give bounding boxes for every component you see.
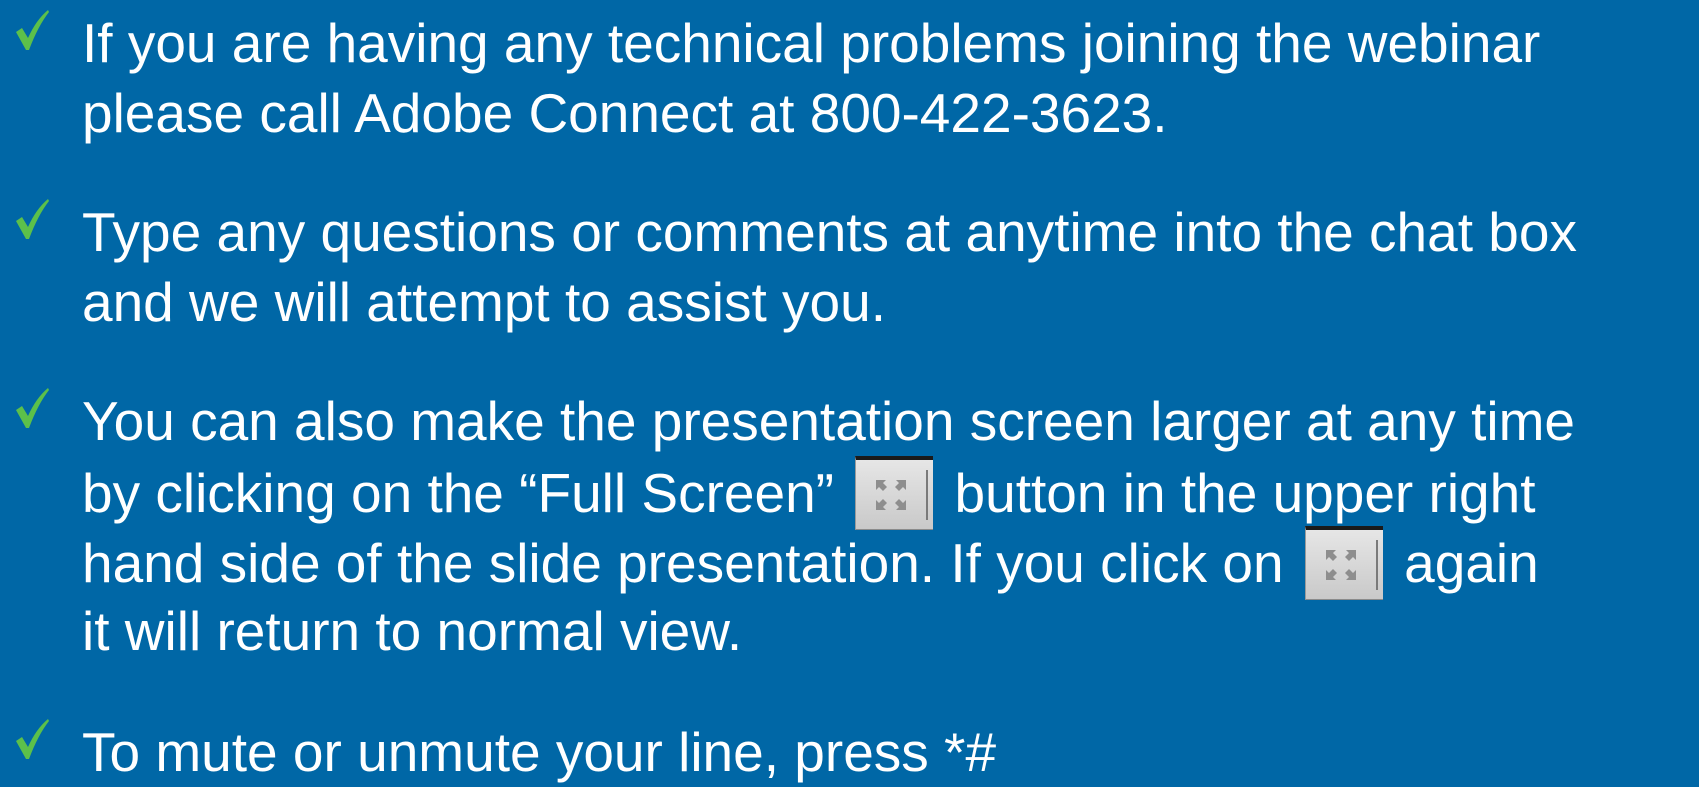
bullet-text: If you are having any technical problems… [82, 8, 1682, 148]
fullscreen-expand-icon [1325, 550, 1356, 580]
bullet-line: You can also make the presentation scree… [82, 390, 1576, 452]
bullet-line: and we will attempt to assist you. [82, 271, 886, 333]
bullet-line-segment: again [1404, 532, 1539, 594]
bullet-line-segment: hand side of the slide presentation. If … [82, 532, 1284, 594]
fullscreen-button[interactable] [855, 456, 934, 530]
checkmark-icon [14, 386, 50, 430]
bullet-line: by clicking on the “Full Screen” button … [82, 456, 1682, 530]
checkmark-icon [14, 717, 50, 761]
checkmark-icon [14, 8, 50, 52]
checkmark-icon [14, 197, 50, 241]
bullet-line: hand side of the slide presentation. If … [82, 526, 1682, 600]
bullet-line-segment: button in the upper right [954, 462, 1536, 524]
bullet-line: please call Adobe Connect at 800-422-362… [82, 82, 1168, 144]
bullet-line: it will return to normal view. [82, 600, 743, 662]
bullet-line: Type any questions or comments at anytim… [82, 201, 1577, 263]
bullet-text: To mute or unmute your line, press *# [82, 717, 1682, 787]
fullscreen-button[interactable] [1304, 526, 1383, 600]
bullet-text: You can also make the presentation scree… [82, 386, 1682, 666]
bullet-line: If you are having any technical problems… [82, 12, 1541, 74]
bullet-line: To mute or unmute your line, press *# [82, 721, 997, 783]
bullet-text: Type any questions or comments at anytim… [82, 197, 1682, 337]
fullscreen-expand-icon [876, 480, 907, 510]
slide: If you are having any technical problems… [0, 0, 1699, 783]
bullet-line-segment: by clicking on the “Full Screen” [82, 462, 834, 524]
